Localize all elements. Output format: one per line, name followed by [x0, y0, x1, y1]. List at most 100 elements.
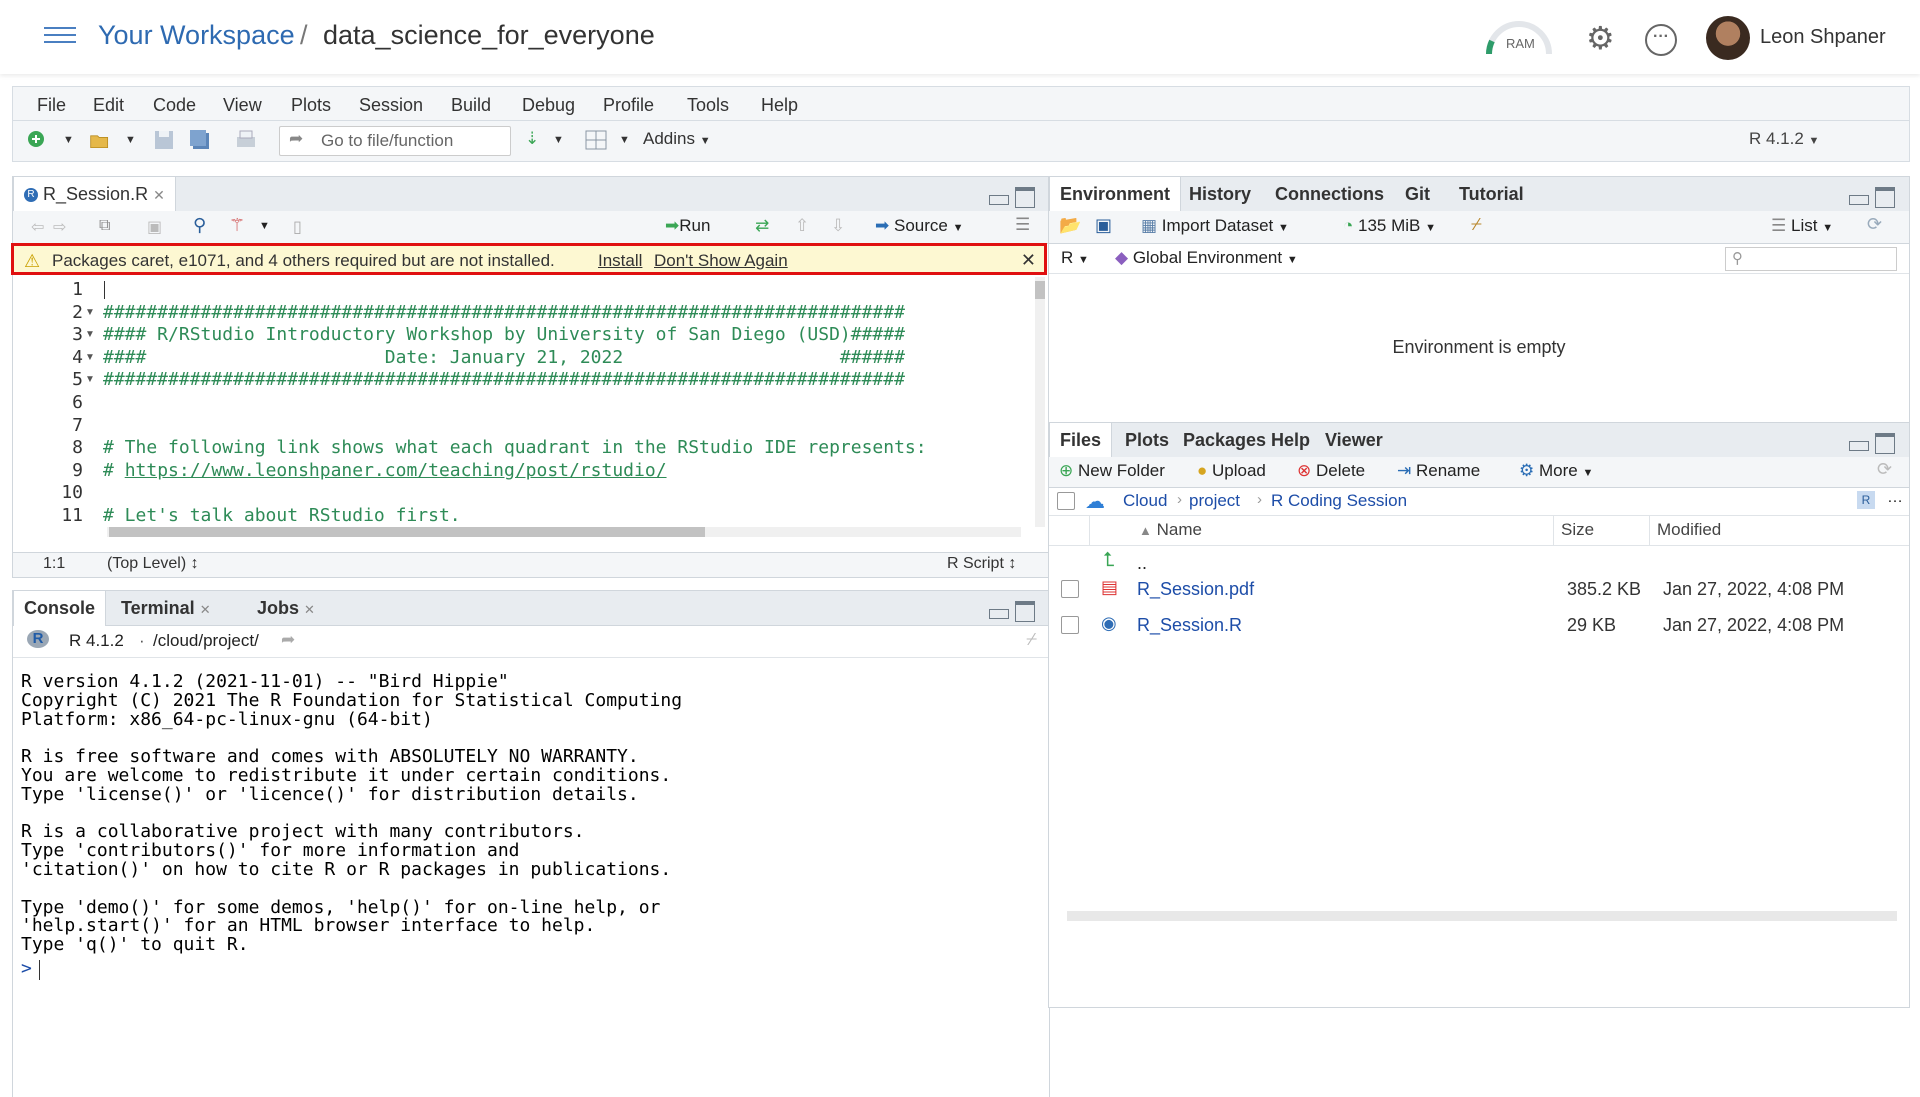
refresh-environment-icon[interactable]: ⟳	[1867, 214, 1882, 235]
find-replace-icon[interactable]: ⚲	[193, 215, 206, 236]
forward-icon[interactable]: ⇨	[53, 217, 66, 237]
back-icon[interactable]: ⇦	[31, 217, 44, 237]
memory-usage-button[interactable]: ◔ 135 MiB ▼	[1343, 216, 1436, 236]
user-avatar[interactable]	[1706, 16, 1750, 60]
tab-git[interactable]: Git	[1395, 177, 1440, 211]
more-options-icon[interactable]: ···	[1645, 24, 1677, 56]
console-prompt[interactable]: >	[21, 958, 32, 979]
rerun-icon[interactable]: ⇄	[755, 216, 769, 236]
source-button[interactable]: ➡ Source ▼	[875, 216, 963, 236]
editor-window-controls[interactable]	[989, 187, 1039, 208]
code-tools-dropdown-icon[interactable]: ▼	[259, 220, 270, 232]
workspace-panes-icon[interactable]	[585, 129, 607, 151]
col-name-header[interactable]: ▲ Name	[1139, 520, 1202, 540]
go-down-chunk-icon[interactable]: ⇩	[831, 216, 845, 236]
new-file-dropdown-icon[interactable]: ▼	[63, 134, 74, 146]
more-button[interactable]: ⚙ More ▼	[1519, 461, 1593, 481]
tab-console[interactable]: Console	[13, 591, 107, 626]
console-working-dir[interactable]: /cloud/project/	[153, 631, 259, 651]
menu-file[interactable]: File	[37, 95, 66, 116]
go-up-chunk-icon[interactable]: ⇧	[795, 216, 809, 236]
save-workspace-icon[interactable]: ▣	[1095, 215, 1112, 236]
col-modified-header[interactable]: Modified	[1657, 520, 1721, 540]
new-folder-button[interactable]: ⊕ New Folder	[1059, 461, 1165, 481]
environment-window-controls[interactable]	[1849, 187, 1899, 208]
upload-button[interactable]: ● Upload	[1197, 461, 1266, 481]
run-button[interactable]: ➡Run	[665, 216, 710, 236]
code-line[interactable]: #### Date: January 21, 2022 ######	[103, 347, 905, 368]
install-link[interactable]: Install	[598, 251, 642, 271]
dont-show-again-link[interactable]: Don't Show Again	[654, 251, 788, 271]
tab-plots[interactable]: Plots	[1115, 423, 1179, 457]
save-file-icon[interactable]: ▣	[147, 217, 162, 237]
menu-plots[interactable]: Plots	[291, 95, 331, 116]
menu-code[interactable]: Code	[153, 95, 196, 116]
editor-horizontal-scrollbar[interactable]	[107, 527, 1021, 537]
tab-terminal[interactable]: Terminal ✕	[111, 591, 221, 625]
new-file-icon[interactable]	[27, 129, 49, 151]
r-project-icon[interactable]: R	[1857, 491, 1875, 509]
code-editor[interactable]: 1 2 ▼ #####################################…	[13, 275, 1029, 523]
save-icon[interactable]	[153, 129, 175, 151]
fold-toggle-icon[interactable]: ▼	[85, 307, 95, 318]
clear-workspace-broom-icon[interactable]: ⌿	[1471, 214, 1482, 235]
code-url-link[interactable]: https://www.leonshpaner.com/teaching/pos…	[125, 460, 667, 481]
fold-toggle-icon[interactable]: ▼	[85, 352, 95, 363]
menu-session[interactable]: Session	[359, 95, 423, 116]
file-checkbox[interactable]	[1061, 616, 1079, 634]
menu-profile[interactable]: Profile	[603, 95, 654, 116]
save-all-icon[interactable]	[189, 129, 211, 151]
hamburger-menu-icon[interactable]	[44, 27, 76, 45]
tab-history[interactable]: History	[1179, 177, 1261, 211]
file-type-selector[interactable]: R Script ↕	[947, 555, 1016, 573]
crumb-r-coding-session[interactable]: R Coding Session	[1271, 491, 1407, 511]
compile-report-icon[interactable]: ▯	[293, 217, 302, 237]
crumb-cloud[interactable]: Cloud	[1123, 491, 1167, 511]
close-terminal-icon[interactable]: ✕	[200, 602, 211, 617]
workspace-link[interactable]: Your Workspace	[98, 20, 295, 51]
select-all-checkbox[interactable]	[1057, 492, 1075, 510]
col-size-header[interactable]: Size	[1561, 520, 1594, 540]
file-row[interactable]: ▤ R_Session.pdf 385.2 KB Jan 27, 2022, 4:08…	[1049, 573, 1909, 607]
addins-button[interactable]: Addins ▼	[643, 129, 711, 149]
menu-build[interactable]: Build	[451, 95, 491, 116]
files-horizontal-scrollbar[interactable]	[1067, 911, 1897, 921]
go-to-dir-icon[interactable]: ➦	[281, 630, 295, 650]
crumb-project[interactable]: project	[1189, 491, 1240, 511]
environment-search-input[interactable]: ⚲	[1725, 247, 1897, 271]
more-path-icon[interactable]: …	[1887, 489, 1903, 507]
load-workspace-icon[interactable]: 📂	[1059, 215, 1081, 236]
files-window-controls[interactable]	[1849, 433, 1899, 454]
code-line[interactable]: ########################################…	[103, 302, 905, 323]
file-name-link[interactable]: R_Session.R	[1137, 615, 1242, 636]
code-line[interactable]: #### R/RStudio Introductory Workshop by …	[103, 324, 905, 345]
panes-dropdown-icon[interactable]: ▼	[619, 134, 630, 146]
list-view-button[interactable]: ☰ List ▼	[1771, 216, 1833, 236]
file-name-link[interactable]: R_Session.pdf	[1137, 579, 1254, 600]
rename-button[interactable]: ⇥ Rename	[1397, 461, 1480, 481]
r-version-menu[interactable]: R 4.1.2 ▼	[1749, 129, 1819, 149]
fold-toggle-icon[interactable]: ▼	[85, 374, 95, 385]
open-file-dropdown-icon[interactable]: ▼	[125, 134, 136, 146]
code-line[interactable]: # Let's talk about RStudio first.	[103, 505, 461, 523]
refresh-files-icon[interactable]: ⟳	[1877, 459, 1892, 480]
editor-vertical-scrollbar[interactable]	[1035, 277, 1045, 527]
file-checkbox[interactable]	[1061, 580, 1079, 598]
tab-environment[interactable]: Environment	[1049, 177, 1182, 212]
code-line[interactable]: # The following link shows what each qua…	[103, 437, 927, 458]
print-icon[interactable]	[235, 129, 257, 151]
close-jobs-icon[interactable]: ✕	[304, 602, 315, 617]
goto-file-placeholder[interactable]: Go to file/function	[321, 131, 453, 151]
tab-r-session[interactable]: R R_Session.R ✕	[13, 177, 176, 212]
language-selector[interactable]: R ▼	[1061, 248, 1089, 268]
menu-help[interactable]: Help	[761, 95, 798, 116]
tab-connections[interactable]: Connections	[1265, 177, 1394, 211]
close-warning-icon[interactable]: ✕	[1021, 250, 1036, 271]
code-line[interactable]: # https://www.leonshpaner.com/teaching/p…	[103, 460, 667, 481]
settings-gear-icon[interactable]: ⚙	[1586, 22, 1615, 54]
version-control-icon[interactable]: ⇣	[525, 129, 539, 149]
environment-scope-selector[interactable]: ◆ Global Environment ▼	[1115, 248, 1298, 268]
console-window-controls[interactable]	[989, 601, 1039, 622]
menu-tools[interactable]: Tools	[687, 95, 729, 116]
delete-button[interactable]: ⊗ Delete	[1297, 461, 1365, 481]
